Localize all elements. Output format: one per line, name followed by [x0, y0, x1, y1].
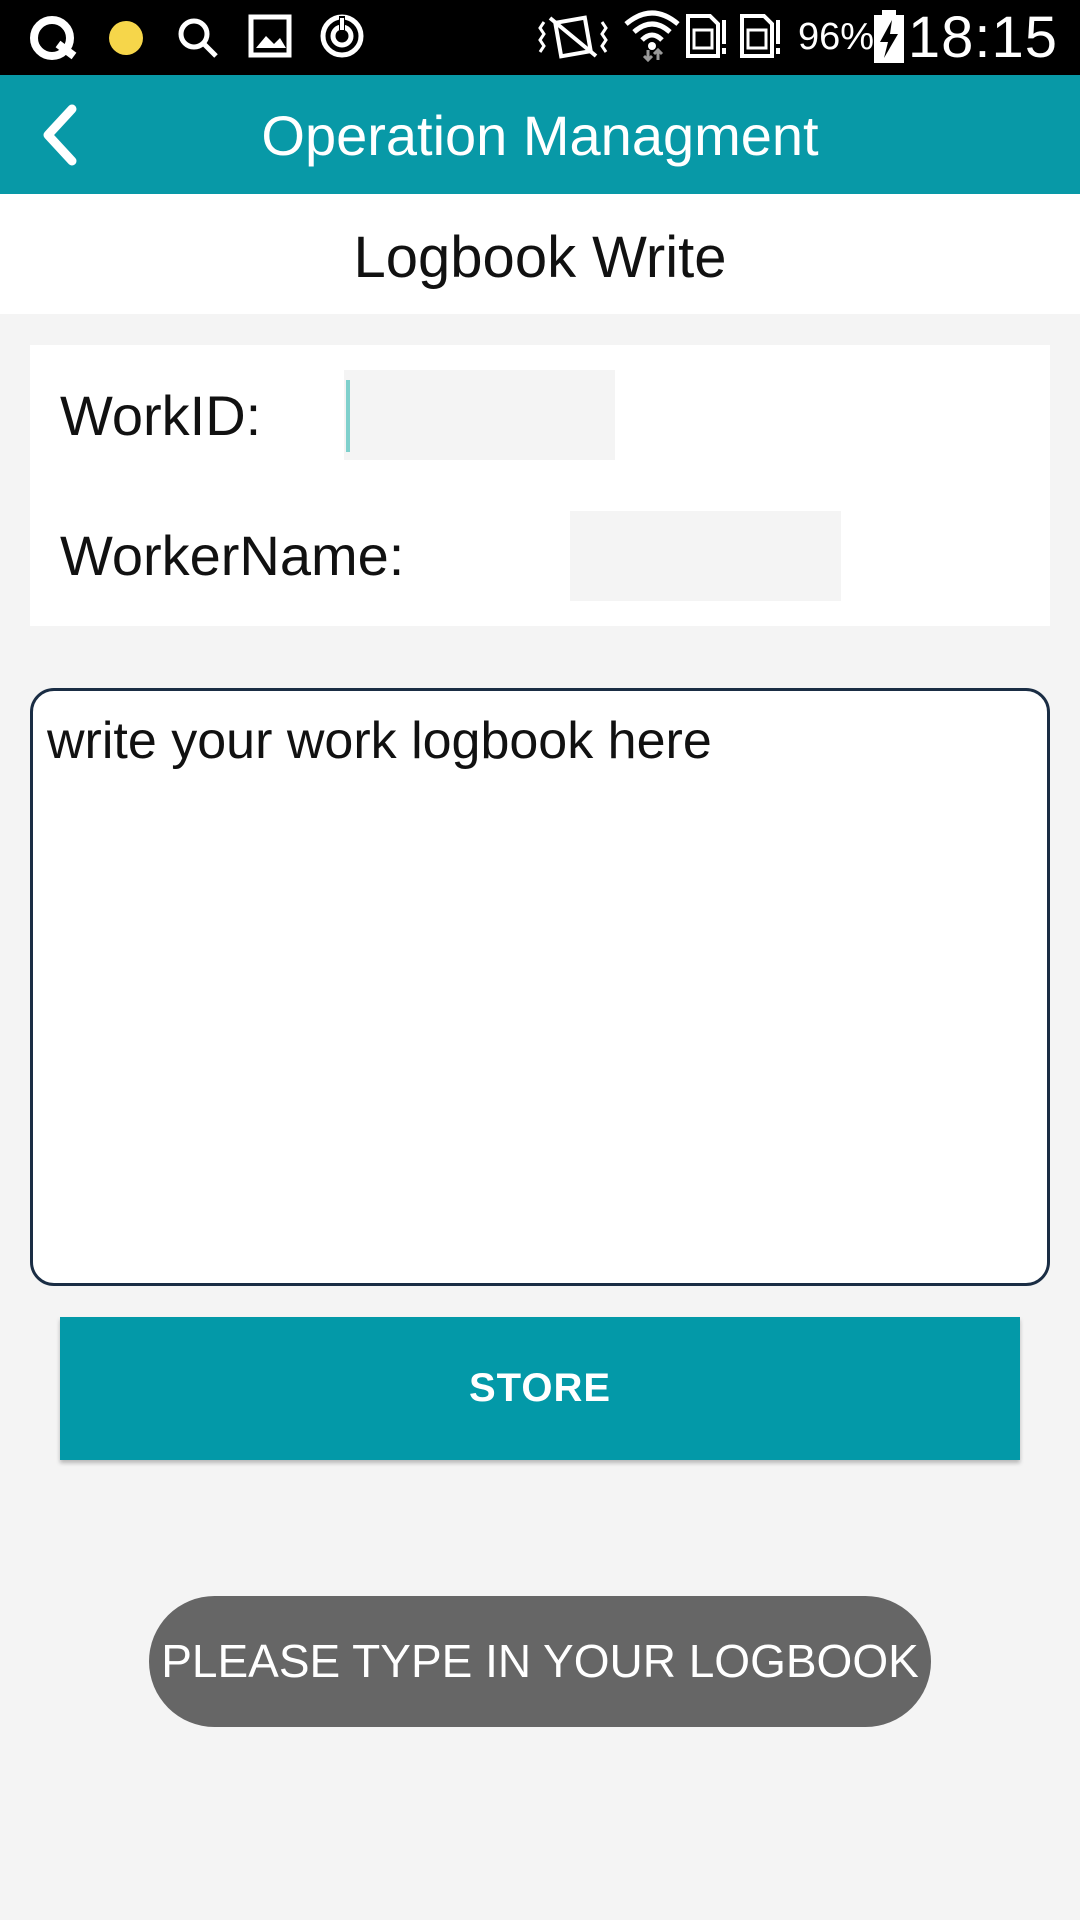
battery-charging-icon — [874, 10, 904, 63]
toast-message: PLEASE TYPE IN YOUR LOGBOOK — [149, 1596, 931, 1727]
vibrate-icon — [538, 15, 608, 59]
work-id-input[interactable] — [344, 370, 615, 460]
search-icon — [178, 18, 218, 58]
logbook-placeholder: write your work logbook here — [47, 712, 712, 770]
sim2-icon — [740, 14, 780, 58]
page-title: Logbook Write — [353, 225, 727, 290]
status-bar: 96% 18:15 — [0, 0, 1080, 75]
work-id-label: WorkID: — [60, 384, 262, 447]
logbook-textarea[interactable]: write your work logbook here — [30, 688, 1050, 1286]
store-button[interactable]: STORE — [60, 1317, 1020, 1460]
wifi-icon — [624, 10, 680, 62]
image-icon — [248, 14, 292, 58]
worker-name-input[interactable] — [570, 511, 841, 601]
battery-percent: 96% — [798, 16, 875, 58]
yellow-dot-icon — [109, 21, 143, 55]
worker-name-label: WorkerName: — [60, 524, 405, 587]
page-header: Logbook Write — [0, 194, 1080, 314]
clock: 18:15 — [907, 5, 1058, 70]
worker-form: WorkID: WorkerName: — [30, 345, 1050, 626]
text-cursor — [346, 380, 350, 452]
app-title: Operation Managment — [261, 104, 819, 167]
app-bar: Operation Managment — [0, 75, 1080, 194]
sim1-icon — [686, 14, 726, 58]
sync-icon — [320, 14, 364, 58]
quip-icon — [30, 16, 77, 60]
